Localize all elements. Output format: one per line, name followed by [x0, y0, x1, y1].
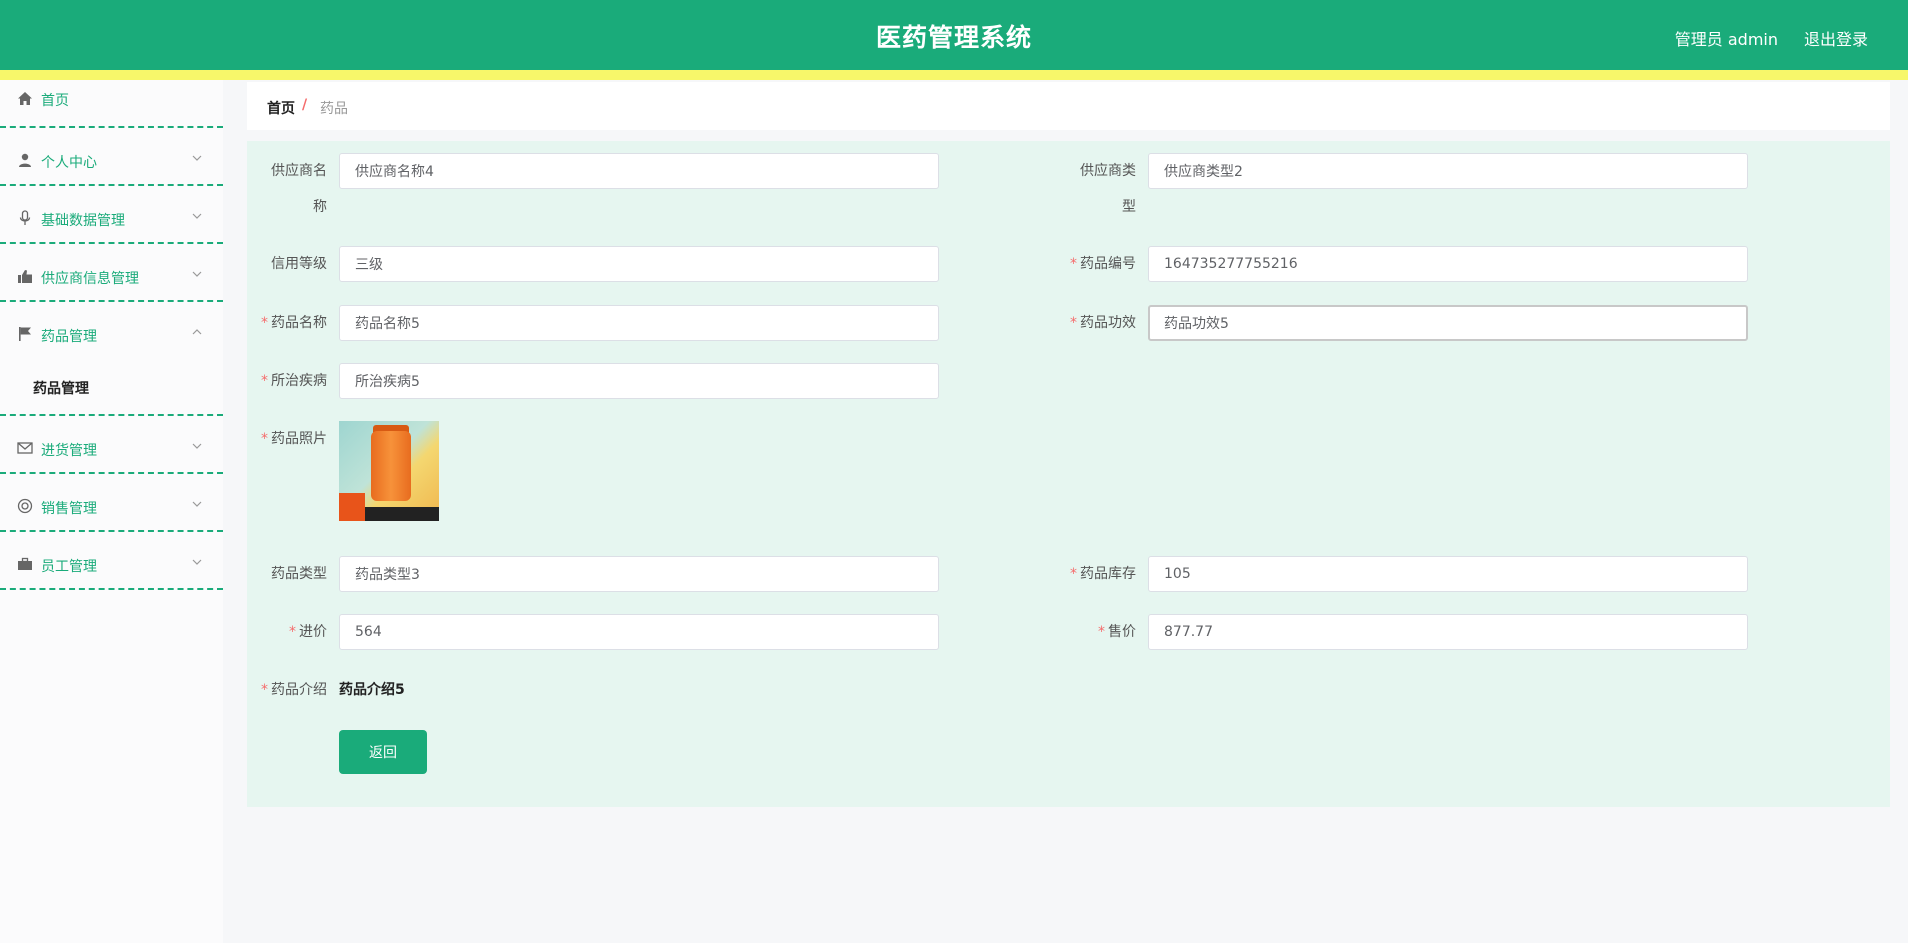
sidebar-item-label: 供应商信息管理 [41, 271, 139, 287]
breadcrumb-current: 药品 [320, 101, 348, 117]
purchase-price-input[interactable] [339, 614, 939, 650]
required-mark: * [1070, 566, 1077, 582]
sidebar-item-home[interactable]: 首页 [0, 80, 223, 128]
drug-photo-image[interactable] [339, 421, 439, 521]
credit-level-input[interactable] [339, 246, 939, 282]
sale-price-input[interactable] [1148, 614, 1748, 650]
supplier-type-input[interactable] [1148, 153, 1748, 189]
drug-name-label: * 药品名称 [261, 315, 327, 331]
lifebuoy-icon [17, 498, 33, 514]
disease-input[interactable] [339, 363, 939, 399]
supplier-name-input[interactable] [339, 153, 939, 189]
drug-effect-label: * 药品功效 [1070, 315, 1136, 331]
briefcase-icon [18, 557, 32, 570]
breadcrumb: 首页 / 药品 [247, 82, 1890, 130]
microphone-icon [19, 210, 31, 225]
credit-level-label: 信用等级 [271, 256, 327, 272]
required-mark: * [1070, 315, 1077, 331]
intro-label: * 药品介绍 [261, 682, 327, 698]
drug-type-input[interactable] [339, 556, 939, 592]
sidebar-item-drug[interactable]: 药品管理 [0, 302, 223, 358]
sidebar-item-label: 销售管理 [41, 501, 97, 517]
sidebar-item-supplier[interactable]: 供应商信息管理 [0, 244, 223, 302]
drug-type-label: 药品类型 [271, 566, 327, 582]
disease-label: * 所治疾病 [261, 373, 327, 389]
back-button[interactable]: 返回 [339, 730, 427, 774]
logout-link[interactable]: 退出登录 [1804, 26, 1868, 50]
sidebar-item-profile[interactable]: 个人中心 [0, 128, 223, 186]
breadcrumb-home[interactable]: 首页 [267, 98, 295, 118]
submenu-item-drug-manage[interactable]: 药品管理 [33, 378, 89, 398]
sidebar-item-label: 个人中心 [41, 155, 97, 171]
home-icon [18, 92, 32, 105]
breadcrumb-separator: / [302, 97, 308, 113]
drug-name-input[interactable] [339, 305, 939, 341]
chevron-down-icon [192, 559, 202, 565]
current-user: 管理员 admin [1674, 30, 1778, 49]
sidebar: 首页 个人中心 基础数据管理 供应商信息管理 药品管理 药品管理 进货管理 销售… [0, 80, 223, 943]
sidebar-submenu: 药品管理 [0, 358, 223, 416]
sidebar-item-label: 员工管理 [41, 559, 97, 575]
required-mark: * [289, 624, 296, 640]
purchase-price-label: * 进价 [289, 624, 327, 640]
required-mark: * [1098, 624, 1105, 640]
sidebar-item-sales[interactable]: 销售管理 [0, 474, 223, 532]
required-mark: * [261, 431, 268, 447]
chevron-down-icon [192, 501, 202, 507]
supplier-name-label: 供应商名 称 [271, 163, 327, 215]
drug-photo-label: * 药品照片 [261, 431, 327, 447]
mail-icon [17, 442, 33, 454]
sidebar-item-label: 基础数据管理 [41, 213, 125, 229]
required-mark: * [261, 315, 268, 331]
required-mark: * [261, 682, 268, 698]
sidebar-item-purchase[interactable]: 进货管理 [0, 416, 223, 474]
stock-label: * 药品库存 [1070, 566, 1136, 582]
chevron-down-icon [192, 155, 202, 161]
thumb-up-icon [18, 270, 32, 283]
chevron-down-icon [192, 443, 202, 449]
top-header: 医药管理系统 管理员 admin 退出登录 [0, 0, 1908, 80]
chevron-up-icon [192, 329, 202, 335]
chevron-down-icon [192, 271, 202, 277]
drug-effect-input[interactable] [1148, 305, 1748, 341]
sidebar-item-label: 进货管理 [41, 443, 97, 459]
required-mark: * [261, 373, 268, 389]
intro-value: 药品介绍5 [339, 682, 405, 698]
stock-input[interactable] [1148, 556, 1748, 592]
sidebar-item-staff[interactable]: 员工管理 [0, 532, 223, 590]
flag-icon [19, 327, 31, 341]
supplier-type-label: 供应商类 型 [1080, 163, 1136, 215]
sidebar-item-basic-data[interactable]: 基础数据管理 [0, 186, 223, 244]
chevron-down-icon [192, 213, 202, 219]
sale-price-label: * 售价 [1098, 624, 1136, 640]
app-title: 医药管理系统 [875, 23, 1032, 52]
sidebar-item-label: 药品管理 [41, 329, 97, 345]
drug-detail-form: 供应商名 称 供应商类 型 信用等级 *药品编号 *药品名称 *药品功效 *所治… [247, 141, 1890, 807]
sidebar-item-label: 首页 [41, 93, 69, 109]
user-icon [19, 153, 31, 167]
drug-code-label: * 药品编号 [1070, 256, 1136, 272]
drug-code-input[interactable] [1148, 246, 1748, 282]
required-mark: * [1070, 256, 1077, 272]
